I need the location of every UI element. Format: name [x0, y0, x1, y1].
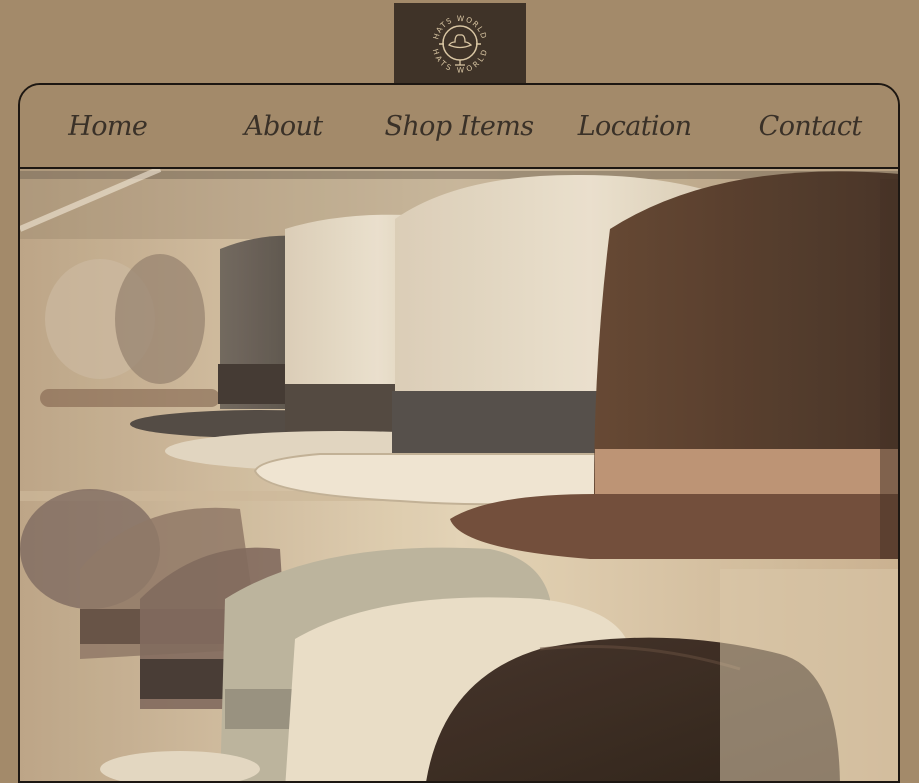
- main-nav: Home About Shop Items Location Contact: [20, 85, 898, 169]
- nav-link-location[interactable]: Location: [547, 111, 723, 142]
- nav-link-shop-items[interactable]: Shop Items: [371, 111, 547, 142]
- site-logo[interactable]: HATS WORLD HATS WORLD: [394, 3, 526, 85]
- hero-image: [20, 169, 898, 781]
- hats-on-shelves-photo: [20, 169, 898, 781]
- nav-link-home[interactable]: Home: [20, 111, 196, 142]
- nav-link-contact[interactable]: Contact: [722, 111, 898, 142]
- main-frame: Home About Shop Items Location Contact: [18, 83, 900, 783]
- logo-text-top: HATS WORLD: [431, 14, 488, 41]
- hat-globe-logo-icon: HATS WORLD HATS WORLD: [431, 14, 488, 75]
- nav-link-about[interactable]: About: [196, 111, 372, 142]
